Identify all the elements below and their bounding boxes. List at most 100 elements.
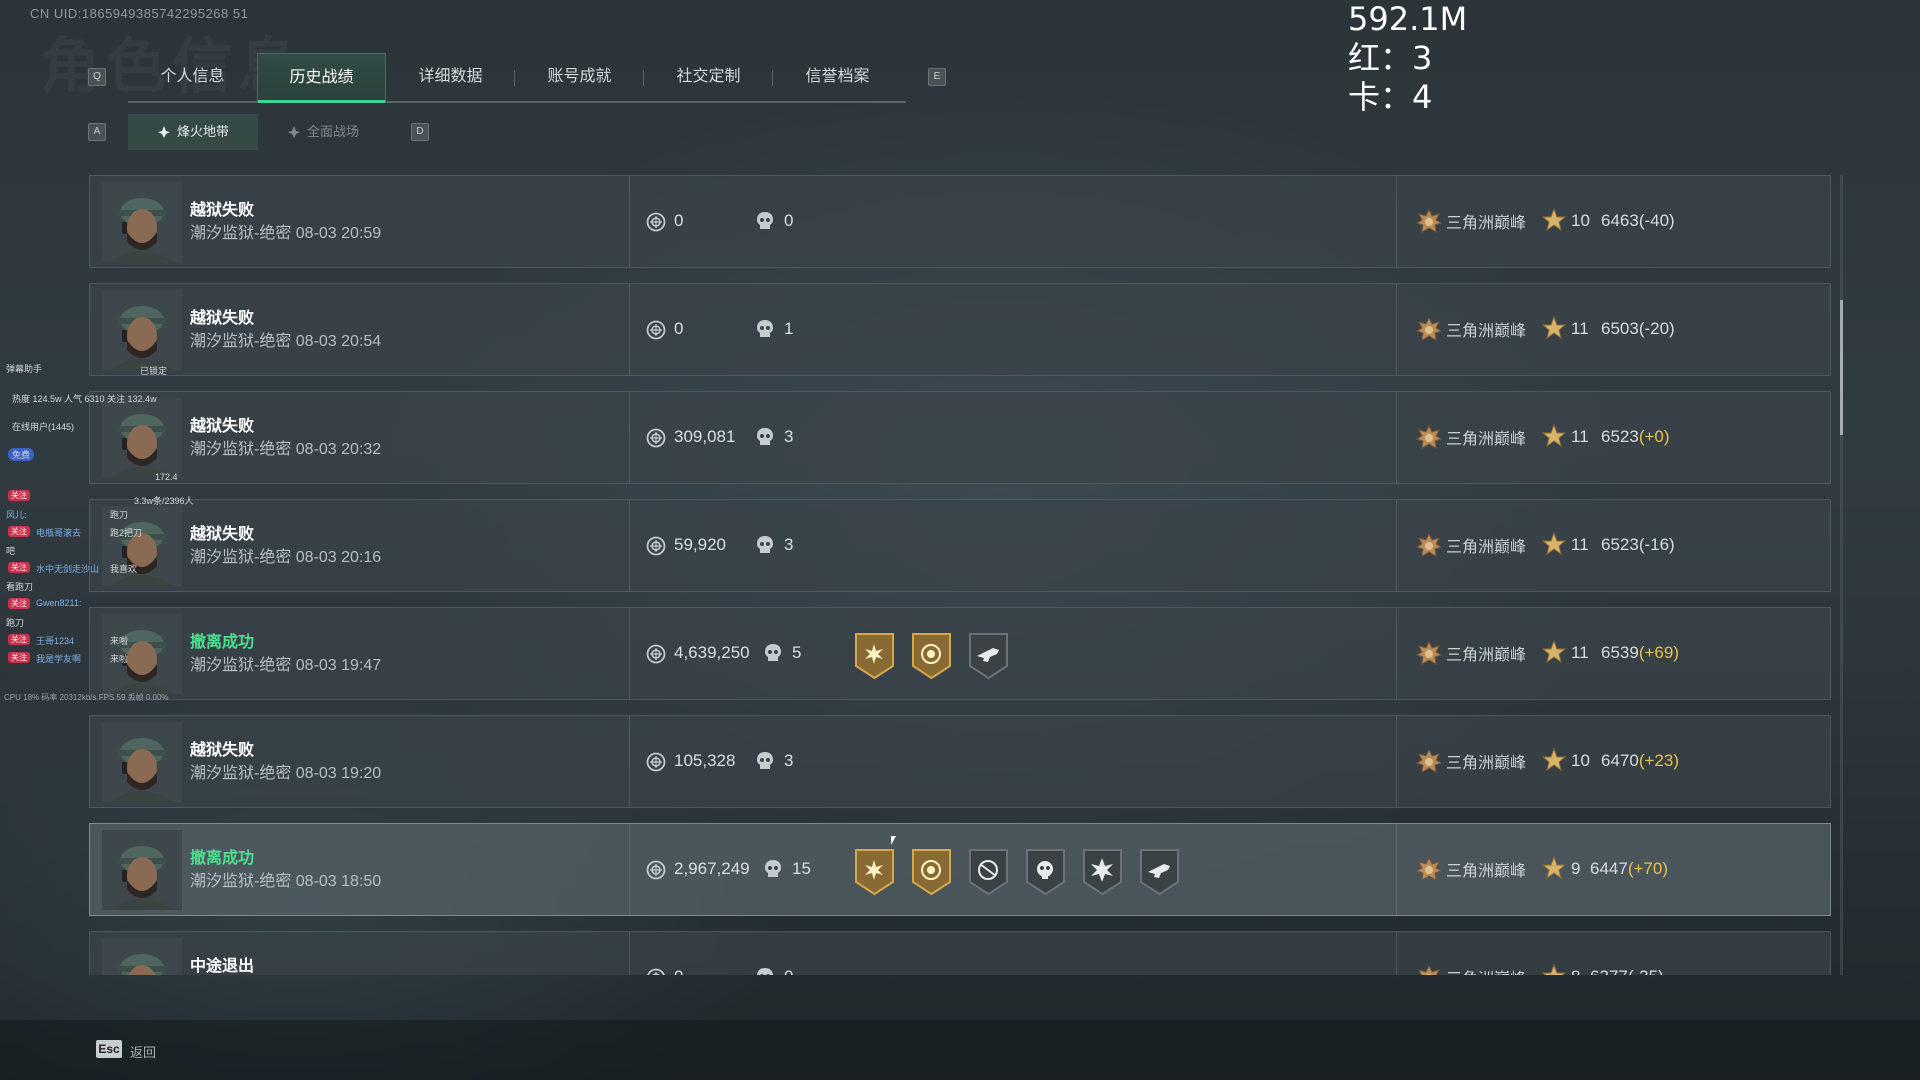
rank-name: 三角洲巅峰 — [1446, 431, 1527, 448]
star-level: 8 — [1571, 967, 1580, 975]
match-record-row[interactable]: 越狱失败 潮汐监狱-绝密 08-03 20:16 59,920 3 三角洲巅峰 11 652… — [89, 499, 1831, 592]
column-divider — [629, 608, 630, 699]
column-divider — [629, 176, 630, 267]
star-level-icon — [1542, 424, 1566, 448]
rank-emblem-icon — [1418, 964, 1440, 975]
kill-skull-icon — [757, 536, 773, 553]
key-hint-a[interactable]: A — [88, 123, 106, 141]
chat-user: 电瓶哥滚去 — [36, 528, 82, 538]
match-record-row[interactable]: 越狱失败 潮汐监狱-绝密 08-03 20:32 309,081 3 三角洲巅峰 11 65… — [89, 391, 1831, 484]
column-divider — [629, 500, 630, 591]
stream-overlay-stats: 592.1M 红：3 卡：4 — [1348, 0, 1467, 117]
rank-tier: 三角洲巅峰 — [1416, 316, 1526, 342]
back-label[interactable]: 返回 — [130, 1042, 156, 1061]
kill-count: 0 — [784, 211, 794, 230]
stream-locked: 已锁定 — [140, 366, 168, 376]
rank-name: 三角洲巅峰 — [1446, 863, 1527, 880]
stream-free-badge: 免费 — [8, 448, 35, 461]
kill-skull-icon — [757, 752, 773, 769]
kill-skull-icon — [765, 860, 781, 877]
loot-value: 2,967,249 — [674, 859, 750, 878]
tab-3[interactable]: 账号成就 — [515, 53, 644, 101]
key-hint-q[interactable]: Q — [88, 68, 106, 86]
mouse-cursor-icon — [891, 836, 896, 845]
chat-user: 风儿: — [6, 510, 27, 520]
match-result: 越狱失败 — [190, 202, 255, 219]
overlay-line-2: 红：3 — [1348, 39, 1433, 77]
score-delta: (-40) — [1638, 211, 1675, 230]
match-map-time: 潮汐监狱-绝密 08-03 20:16 — [190, 549, 382, 566]
kill-count: 0 — [784, 967, 793, 975]
star-level-icon — [1542, 748, 1566, 772]
rank-tier: 三角洲巅峰 — [1416, 748, 1526, 774]
rank-score: 6523(-16) — [1601, 535, 1675, 555]
match-record-row[interactable]: 越狱失败 潮汐监狱-绝密 08-03 19:20 105,328 3 三角洲巅峰 10 64… — [89, 715, 1831, 808]
rank-tier: 三角洲巅峰 — [1416, 208, 1526, 234]
chat-text: 跑刀 — [110, 510, 129, 520]
scrollbar-track[interactable] — [1840, 175, 1843, 975]
follow-tag: 关注 — [8, 652, 30, 663]
subtab-0[interactable]: 烽火地带 — [128, 114, 258, 150]
tab-1[interactable]: 历史战绩 — [257, 53, 386, 103]
rank-score: 6539(+69) — [1601, 643, 1679, 663]
stream-rate: 3.3w条/2396人 — [134, 496, 194, 506]
rank-score: 6447(+70) — [1590, 859, 1668, 879]
score-delta: (+0) — [1638, 427, 1670, 446]
match-map-time: 潮汐监狱-绝密 08-03 20:32 — [190, 441, 382, 458]
rank-score: 6503(-20) — [1601, 319, 1675, 339]
match-record-row[interactable]: 越狱失败 潮汐监狱-绝密 08-03 20:54 0 1 三角洲巅峰 11 6503(-20… — [89, 283, 1831, 376]
match-map-time: 潮汐监狱-绝密 08-03 20:59 — [190, 225, 382, 242]
player-avatar — [102, 290, 182, 370]
match-record-row[interactable]: 越狱失败 潮汐监狱-绝密 08-03 20:59 0 0 三角洲巅峰 10 6463(-40… — [89, 175, 1831, 268]
match-record-row[interactable]: 撤离成功 潮汐监狱-绝密 08-03 18:50 2,967,249 15 三角洲巅峰 9… — [89, 823, 1831, 916]
coin-icon — [646, 860, 666, 880]
rank-name: 三角洲巅峰 — [1446, 323, 1527, 340]
medal-badges — [852, 630, 1011, 680]
scrollbar-thumb[interactable] — [1840, 300, 1843, 435]
rank-score: 6523(+0) — [1601, 427, 1670, 447]
chat-text: 来啦 — [110, 636, 129, 646]
cycle-badge-icon — [969, 849, 1008, 896]
kill-skull-icon — [757, 428, 773, 445]
match-record-row[interactable]: 中途退出 0 0 三角洲巅峰 8 6377(-35) — [89, 931, 1831, 975]
loot-value: 0 — [674, 319, 684, 338]
score-value: 6503 — [1601, 319, 1639, 338]
key-hint-d[interactable]: D — [411, 123, 429, 141]
tab-2[interactable]: 详细数据 — [386, 53, 515, 101]
rank-name: 三角洲巅峰 — [1446, 215, 1527, 232]
chat-text: 来啦 — [110, 654, 129, 664]
score-delta: (+69) — [1638, 643, 1679, 662]
match-result: 越狱失败 — [190, 742, 255, 759]
tab-0[interactable]: 个人信息 — [128, 53, 257, 101]
kill-count: 3 — [784, 427, 794, 446]
key-hint-e[interactable]: E — [928, 68, 946, 86]
fire-zone-icon — [157, 126, 170, 138]
match-result: 撤离成功 — [190, 850, 255, 867]
stream-heat: 热度 124.5w 人气 6310 关注 132.4w — [12, 394, 157, 404]
coin-icon — [646, 536, 666, 556]
match-map-time: 潮汐监狱-绝密 08-03 19:47 — [190, 657, 382, 674]
star-level: 11 — [1571, 319, 1589, 338]
follow-tag: 关注 — [8, 634, 30, 645]
player-avatar — [102, 722, 182, 802]
rank-name: 三角洲巅峰 — [1446, 539, 1527, 556]
rank-tier: 三角洲巅峰 — [1416, 856, 1526, 882]
chat-text: 跑刀 — [6, 618, 25, 628]
match-result: 撤离成功 — [190, 634, 255, 651]
subtab-1[interactable]: 全面战场 — [258, 114, 388, 150]
tab-4[interactable]: 社交定制 — [644, 53, 773, 101]
kill-count: 15 — [792, 859, 811, 878]
column-divider — [1396, 284, 1397, 375]
esc-key-button[interactable]: Esc — [96, 1040, 122, 1058]
rank-tier: 三角洲巅峰 — [1416, 640, 1526, 666]
player-avatar — [102, 938, 182, 975]
rank-score: 6470(+23) — [1601, 751, 1679, 771]
rank-name: 三角洲巅峰 — [1446, 755, 1527, 772]
loot-value: 4,639,250 — [674, 643, 750, 662]
match-record-row[interactable]: 撤离成功 潮汐监狱-绝密 08-03 19:47 4,639,250 5 三角洲巅峰 11… — [89, 607, 1831, 700]
match-history-list[interactable]: 越狱失败 潮汐监狱-绝密 08-03 20:59 0 0 三角洲巅峰 10 6463(-40… — [89, 175, 1831, 975]
rank-tier: 三角洲巅峰 — [1416, 424, 1526, 450]
star-level: 11 — [1571, 427, 1589, 446]
tab-5[interactable]: 信誉档案 — [773, 53, 902, 101]
star-level: 11 — [1571, 535, 1589, 554]
